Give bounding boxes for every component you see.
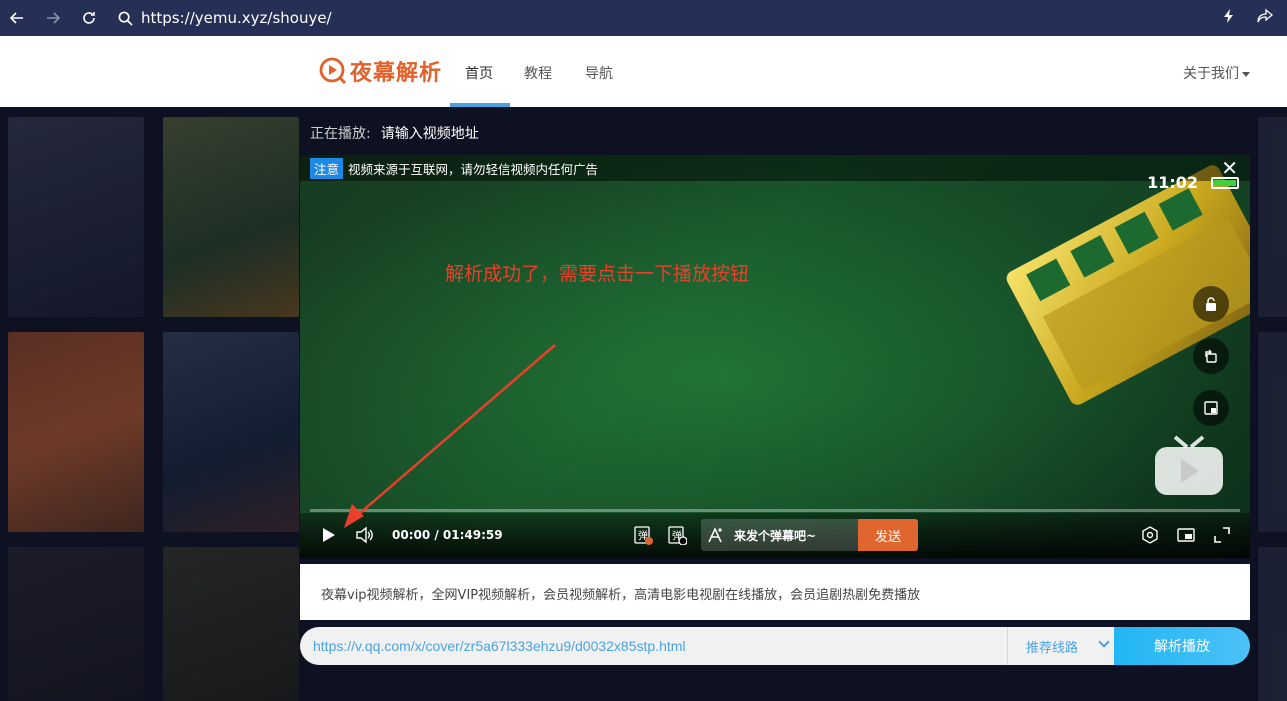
- parse-play-button[interactable]: 解析播放: [1114, 627, 1250, 665]
- about-label: 关于我们: [1183, 66, 1239, 82]
- site-header: 夜幕解析 首页 教程 导航 关于我们: [0, 36, 1287, 107]
- nav-tutorial[interactable]: 教程: [524, 63, 552, 83]
- fullscreen-icon[interactable]: [1212, 525, 1232, 549]
- caret-down-icon: [1242, 71, 1250, 77]
- mini-window-button[interactable]: [1193, 390, 1229, 426]
- logo-text: 夜幕解析: [350, 61, 443, 86]
- danmu-setting-icon[interactable]: 弹: [633, 525, 653, 549]
- danmu-placeholder: 来发个弹幕吧~: [734, 528, 817, 543]
- annotation-text: 解析成功了，需要点击一下播放按钮: [445, 263, 750, 285]
- mini-window-icon: [1204, 401, 1218, 415]
- lock-icon: [1206, 297, 1216, 311]
- arrow-right-icon: [47, 12, 61, 24]
- battery-icon: [1211, 177, 1239, 189]
- send-button[interactable]: 发送: [858, 519, 918, 551]
- forward-button[interactable]: [38, 3, 68, 33]
- arrow-left-icon: [9, 12, 23, 24]
- share-icon[interactable]: [1257, 8, 1274, 28]
- url-text: https://yemu.xyz/shouye/: [141, 9, 332, 27]
- address-bar[interactable]: https://yemu.xyz/shouye/: [118, 9, 332, 27]
- danmu-input[interactable]: 来发个弹幕吧~: [701, 519, 858, 551]
- settings-icon[interactable]: [1140, 525, 1160, 549]
- nav-home[interactable]: 首页: [465, 63, 493, 83]
- rotate-button[interactable]: [1193, 338, 1229, 374]
- site-logo[interactable]: 夜幕解析: [319, 55, 442, 87]
- reload-icon: [83, 12, 95, 24]
- play-icon[interactable]: [318, 525, 338, 549]
- notice-tag: 注意: [310, 157, 344, 179]
- notice-text: 视频来源于互联网，请勿轻信视频内任何广告: [348, 161, 599, 177]
- annotation-arrow: [344, 344, 556, 528]
- now-playing-value: 请输入视频地址: [380, 126, 479, 142]
- now-playing: 正在播放: 请输入视频地址: [310, 123, 479, 143]
- lightning-icon[interactable]: [1221, 8, 1237, 28]
- close-icon[interactable]: ✕: [1221, 157, 1238, 179]
- rotate-icon: [1205, 349, 1217, 363]
- route-selected: 推荐线路: [1026, 640, 1079, 656]
- pip-icon[interactable]: [1176, 525, 1196, 549]
- clock: 11:02: [1147, 173, 1198, 192]
- about-dropdown[interactable]: 关于我们: [1183, 63, 1250, 83]
- video-url-input[interactable]: [300, 627, 1007, 665]
- browser-toolbar: https://yemu.xyz/shouye/: [0, 0, 1287, 36]
- chevron-down-icon: [1098, 636, 1110, 648]
- route-select[interactable]: 推荐线路: [1007, 627, 1114, 665]
- tv-play-icon: [1155, 435, 1223, 495]
- now-playing-label: 正在播放:: [310, 126, 371, 142]
- notice-bar: 注意 视频来源于互联网，请勿轻信视频内任何广告: [300, 155, 1250, 181]
- font-icon: [708, 527, 722, 543]
- reload-button[interactable]: [74, 3, 104, 33]
- nav-navigation[interactable]: 导航: [585, 63, 613, 83]
- site-description: 夜幕vip视频解析，全网VIP视频解析，会员视频解析，高清电影电视剧在线播放，会…: [300, 564, 1250, 620]
- back-button[interactable]: [2, 3, 32, 33]
- lock-button[interactable]: [1193, 286, 1229, 322]
- danmu-toggle-icon[interactable]: 弹: [667, 525, 688, 549]
- logo-play-icon: [319, 57, 347, 85]
- search-icon: [118, 11, 133, 26]
